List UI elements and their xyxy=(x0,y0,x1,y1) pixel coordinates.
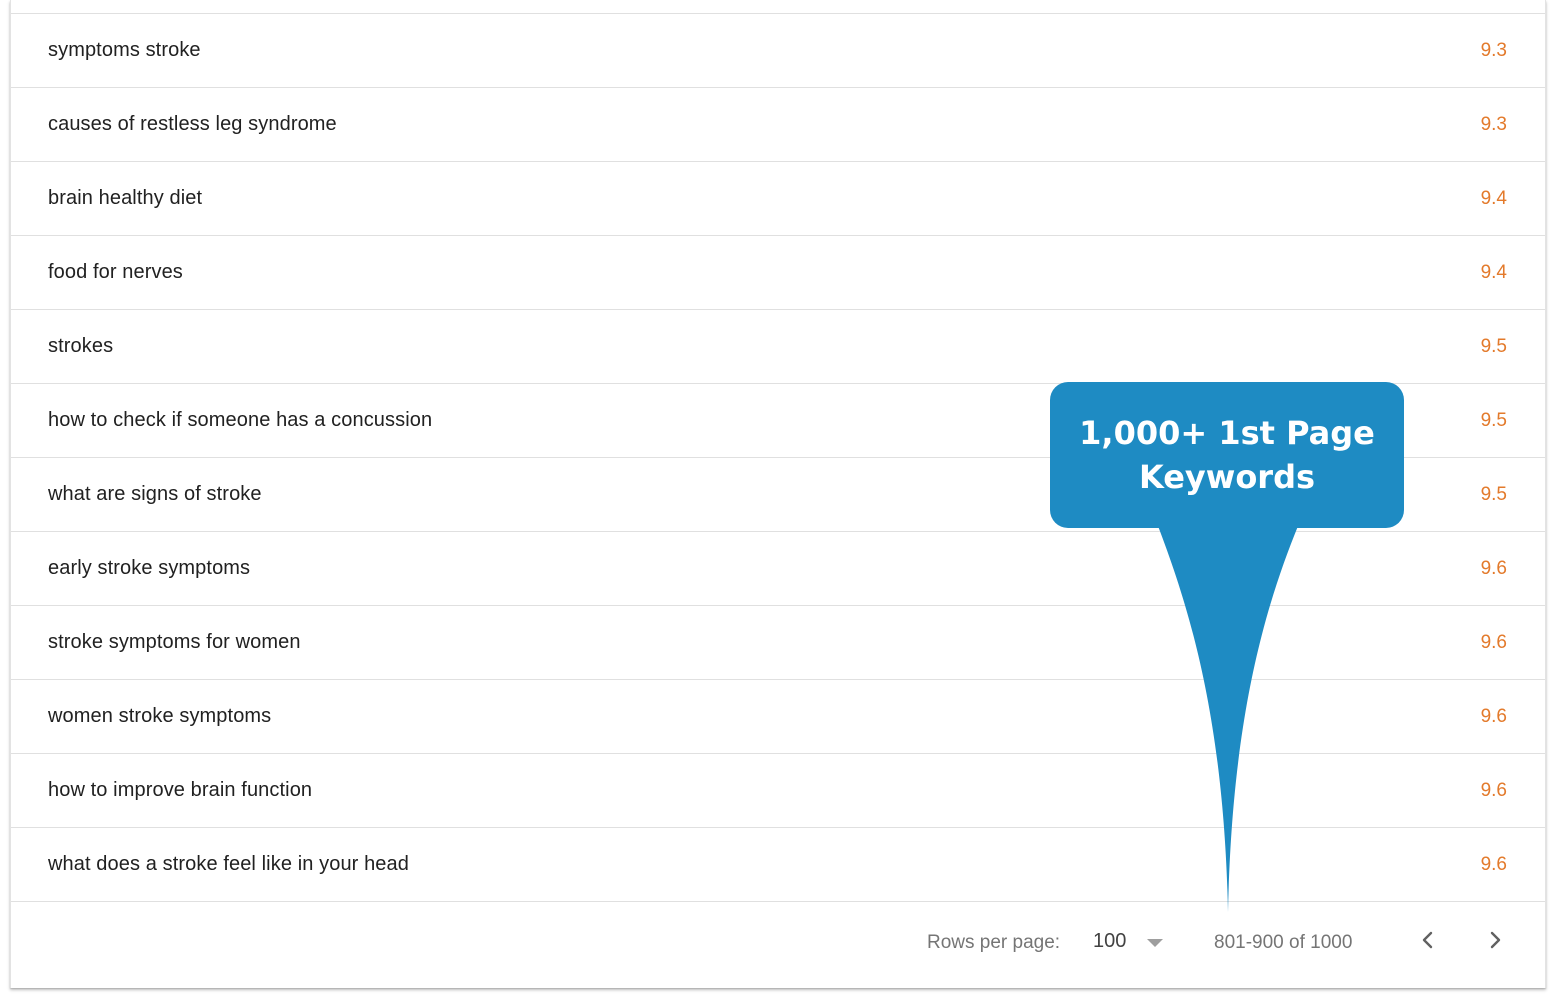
keyword-cell: what are signs of stroke xyxy=(48,483,262,505)
previous-page-button[interactable] xyxy=(1411,923,1445,957)
table-row[interactable]: brain healthy diet 9.4 xyxy=(11,162,1545,236)
rows-per-page-value: 100 xyxy=(1093,930,1127,952)
position-cell: 9.4 xyxy=(1480,261,1507,283)
keyword-cell: stroke symptoms for women xyxy=(48,631,301,653)
table-row[interactable]: causes of restless leg syndrome 9.3 xyxy=(11,88,1545,162)
keyword-cell: how to improve brain function xyxy=(48,779,313,801)
table-row[interactable]: what are signs of stroke 9.5 xyxy=(11,458,1545,532)
keyword-cell: strokes xyxy=(48,335,114,357)
keyword-cell: how to check if someone has a concussion xyxy=(48,409,433,431)
table-row[interactable]: food for nerves 9.4 xyxy=(11,236,1545,310)
rows-per-page-label: Rows per page: xyxy=(927,932,1061,953)
chevron-right-icon xyxy=(1490,931,1501,949)
position-cell: 9.4 xyxy=(1480,187,1507,209)
position-cell: 9.6 xyxy=(1480,779,1507,801)
caret-down-icon xyxy=(1147,938,1164,947)
table-row[interactable]: early stroke symptoms 9.6 xyxy=(11,532,1545,606)
keyword-cell: early stroke symptoms xyxy=(48,557,251,579)
keyword-cell: food for nerves xyxy=(48,261,183,283)
position-cell: 9.6 xyxy=(1480,853,1507,875)
keyword-cell: brain healthy diet xyxy=(48,187,203,209)
keywords-table-card: symptoms stroke 9.3 causes of restless l… xyxy=(10,0,1546,988)
rows-per-page-select[interactable]: 100 xyxy=(1093,930,1164,953)
table-row[interactable]: women stroke symptoms 9.6 xyxy=(11,680,1545,754)
table-row[interactable]: stroke symptoms for women 9.6 xyxy=(11,606,1545,680)
pagination-range: 801-900 of 1000 xyxy=(1214,932,1353,953)
table-row[interactable]: symptoms stroke 9.3 xyxy=(11,14,1545,88)
keyword-cell: symptoms stroke xyxy=(48,39,201,61)
table-row[interactable]: what does a stroke feel like in your hea… xyxy=(11,828,1545,902)
table-row[interactable]: strokes 9.5 xyxy=(11,310,1545,384)
position-cell: 9.5 xyxy=(1480,483,1507,505)
table-row[interactable]: how to check if someone has a concussion… xyxy=(11,384,1545,458)
table-row[interactable]: how to improve brain function 9.6 xyxy=(11,754,1545,828)
chevron-left-icon xyxy=(1422,931,1433,949)
position-cell: 9.6 xyxy=(1480,705,1507,727)
keyword-cell: causes of restless leg syndrome xyxy=(48,113,337,135)
table-pagination-footer: Rows per page: 100 801-900 of 1000 xyxy=(11,901,1545,988)
keyword-cell: what does a stroke feel like in your hea… xyxy=(48,853,409,875)
position-cell: 9.6 xyxy=(1480,631,1507,653)
position-cell: 9.3 xyxy=(1480,113,1507,135)
position-cell: 9.6 xyxy=(1480,557,1507,579)
position-cell: 9.5 xyxy=(1480,409,1507,431)
position-cell: 9.5 xyxy=(1480,335,1507,357)
position-cell: 9.3 xyxy=(1480,39,1507,61)
keywords-table-body: symptoms stroke 9.3 causes of restless l… xyxy=(11,14,1545,902)
keyword-cell: women stroke symptoms xyxy=(48,705,272,727)
next-page-button[interactable] xyxy=(1478,923,1512,957)
